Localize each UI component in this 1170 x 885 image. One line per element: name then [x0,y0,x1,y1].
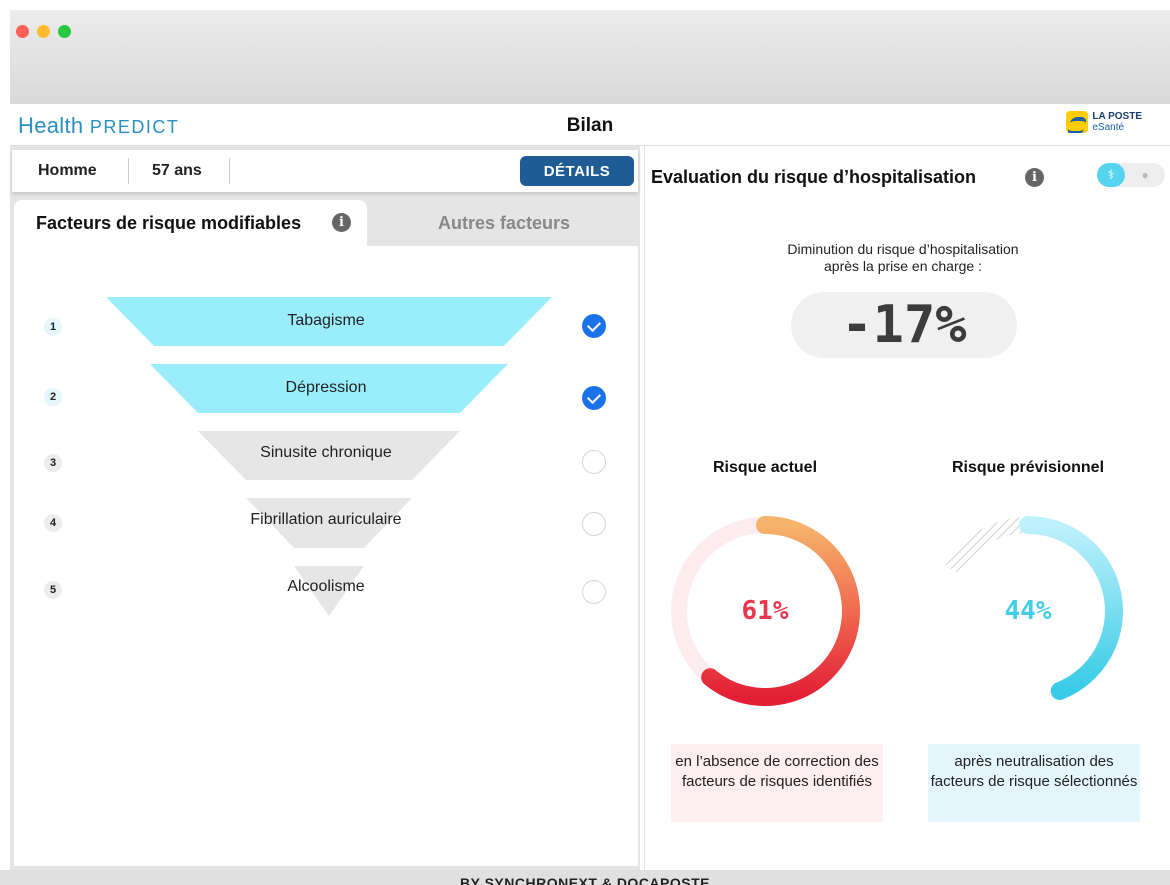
window-titlebar [10,10,1170,104]
app-header: Health PREDICT Bilan LA POSTE eSanté [10,104,1170,146]
user-icon[interactable]: ● [1131,163,1159,187]
unchecked-circle-icon[interactable] [582,450,606,474]
view-toggle[interactable]: ⚕ ● [1097,163,1165,187]
rank-badge: 4 [44,514,62,532]
unchecked-circle-icon[interactable] [582,580,606,604]
page-title: Bilan [566,115,614,136]
tab-other-factors[interactable]: Autres facteurs [370,200,638,246]
tab-label: Autres facteurs [437,213,571,233]
current-risk-caption: en l’absence de correction des facteurs … [671,744,883,822]
patient-summary-bar: Homme 57 ans DÉTAILS [12,150,638,192]
divider [229,158,230,184]
footer-credit: BY SYNCHRONEXT & DOCAPOSTE [460,875,710,885]
current-risk-title: Risque actuel [712,459,818,476]
partner-name: LA POSTE [1092,111,1142,122]
evaluation-title: Evaluation du risque d’hospitalisation [651,167,977,187]
factor-label: Tabagisme [287,312,365,329]
rank-badge: 3 [44,454,62,472]
current-risk-value: 61% [741,596,789,626]
rank-badge: 5 [44,581,62,599]
rank-badge: 1 [44,318,62,336]
info-icon[interactable]: i [1025,168,1044,187]
check-icon[interactable] [582,386,606,410]
footer: BY SYNCHRONEXT & DOCAPOSTE [0,870,1170,885]
forecast-risk-title: Risque prévisionnel [951,459,1105,476]
partner-product: eSanté [1092,122,1125,133]
rank-badge: 2 [44,388,62,406]
factor-label: Sinusite chronique [260,444,392,461]
reduction-caption-line: après la prise en charge : [824,258,982,274]
stethoscope-icon[interactable]: ⚕ [1097,163,1125,187]
laposte-logo-icon [1066,111,1089,133]
tab-label: Facteurs de risque modifiables [36,213,302,233]
partner-logo: LA POSTE eSanté [1066,111,1142,133]
unchecked-circle-icon[interactable] [582,512,606,536]
patient-age: 57 ans [152,162,202,179]
divider [128,158,129,184]
minimize-window-icon[interactable] [37,25,50,38]
gauge-reduction-hatch [945,517,1029,574]
maximize-window-icon[interactable] [58,25,71,38]
risk-factors-panel: Homme 57 ans DÉTAILS Facteurs de risque … [10,146,640,870]
close-window-icon[interactable] [16,25,29,38]
factor-label: Dépression [285,379,367,396]
patient-sex: Homme [38,162,97,179]
factor-label: Alcoolisme [287,578,365,595]
details-button[interactable]: DÉTAILS [520,156,634,186]
reduction-caption-line: Diminution du risque d’hospitalisation [787,241,1019,257]
tab-modifiable-factors[interactable]: Facteurs de risque modifiables i [14,200,367,246]
factor-label: Fibrillation auriculaire [250,511,402,528]
reduction-value: -17% [791,292,1017,358]
reduction-caption: Diminution du risque d’hospitalisation a… [645,241,1161,275]
forecast-risk-caption: après neutralisation des facteurs de ris… [928,744,1140,822]
check-icon[interactable] [582,314,606,338]
evaluation-panel: Evaluation du risque d’hospitalisation i… [644,146,1170,870]
info-icon[interactable]: i [332,213,351,232]
risk-funnel: 1 Tabagisme 2 Dépression 3 Sinusite chro… [14,246,638,866]
forecast-risk-value: 44% [1004,596,1052,626]
